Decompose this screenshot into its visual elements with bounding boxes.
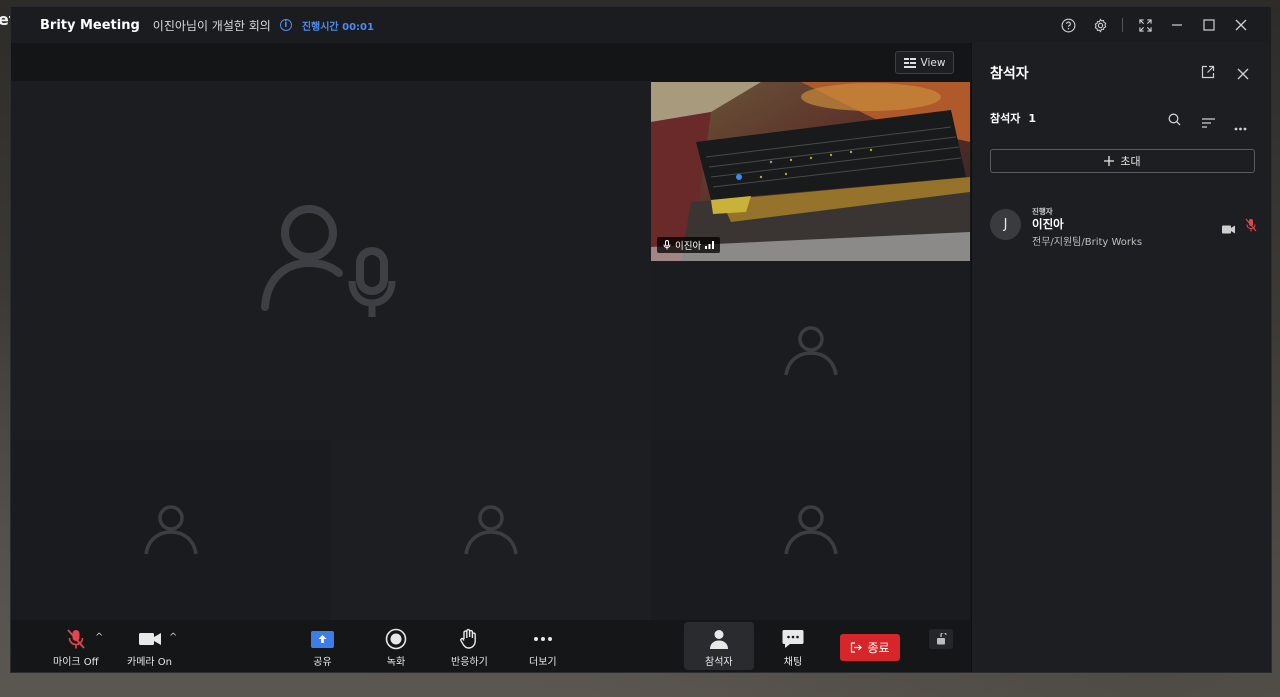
stage-header — [11, 43, 971, 81]
minimize-icon[interactable] — [1161, 7, 1193, 43]
controls-divider — [1122, 18, 1123, 32]
close-panel-icon[interactable] — [1237, 65, 1249, 84]
reaction-button[interactable]: 반응하기 — [451, 628, 488, 668]
info-icon[interactable]: i — [279, 19, 292, 31]
camera-button[interactable]: 카메라 On — [127, 628, 172, 668]
camera-button-label: 카메라 On — [127, 657, 172, 668]
participant-name-tag-label: 이진아 — [675, 241, 702, 252]
participant-name-tag: 이진아 — [657, 237, 721, 253]
share-button[interactable]: 공유 — [311, 628, 334, 668]
share-button-label: 공유 — [313, 657, 332, 668]
more-horizontal-icon — [533, 637, 552, 641]
exit-icon — [851, 642, 863, 653]
popout-icon[interactable] — [1201, 64, 1215, 83]
participant-count-label: 참석자 — [990, 112, 1021, 125]
meeting-lock-button[interactable] — [929, 629, 953, 649]
video-tile-empty — [331, 440, 651, 620]
more-options-icon[interactable] — [1234, 116, 1247, 135]
sort-icon[interactable] — [1202, 113, 1215, 132]
video-tile-empty — [651, 440, 970, 620]
participants-button[interactable]: 참석자 — [705, 628, 733, 668]
invite-button-label: 초대 — [1120, 155, 1141, 168]
person-icon — [709, 630, 728, 649]
participant-count-row: 참석자 1 — [990, 110, 1036, 126]
share-screen-icon — [311, 630, 334, 648]
search-icon[interactable] — [1168, 111, 1181, 130]
video-tile-main[interactable] — [11, 81, 651, 440]
maximize-icon[interactable] — [1193, 7, 1225, 43]
help-icon[interactable] — [1052, 7, 1084, 43]
participants-panel: 참석자 참석자 1 초대 J 진행자 이진아 전무/지원팀/Brity Works — [971, 43, 1271, 672]
mic-button-label: 마이크 Off — [53, 657, 99, 668]
participant-department: 전무/지원팀/Brity Works — [1032, 237, 1143, 248]
grid-view-icon — [903, 57, 916, 68]
camera-options-caret[interactable]: ^ — [169, 632, 177, 643]
end-meeting-label: 종료 — [867, 641, 890, 655]
chat-bubble-icon — [782, 630, 804, 648]
meeting-toolbar: 마이크 Off ^ 카메라 On ^ 공유 녹화 반응하기 더보기 참석자 채팅… — [11, 620, 971, 672]
mic-options-caret[interactable]: ^ — [95, 632, 103, 643]
record-button[interactable]: 녹화 — [385, 628, 407, 668]
more-button-label: 더보기 — [529, 657, 557, 668]
video-camera-icon — [138, 633, 161, 645]
more-button[interactable]: 더보기 — [529, 628, 557, 668]
record-icon — [385, 628, 407, 650]
view-button-label: View — [920, 56, 946, 69]
record-button-label: 녹화 — [386, 657, 406, 668]
end-meeting-button[interactable]: 종료 — [840, 634, 900, 661]
user-mic-placeholder-icon — [261, 204, 396, 317]
gear-icon[interactable] — [1084, 7, 1116, 43]
chat-button-label: 채팅 — [783, 657, 803, 668]
user-placeholder-icon — [464, 505, 518, 555]
view-button[interactable]: View — [895, 51, 954, 74]
raise-hand-icon — [460, 628, 477, 649]
participant-count: 1 — [1028, 112, 1037, 125]
meeting-title: 이진아님이 개설한 회의 — [152, 18, 271, 33]
chat-button[interactable]: 채팅 — [782, 628, 804, 668]
mic-button[interactable]: 마이크 Off — [53, 628, 99, 668]
app-title: Brity Meeting — [40, 17, 140, 33]
avatar: J — [990, 209, 1021, 240]
user-placeholder-icon — [783, 505, 838, 555]
reaction-button-label: 반응하기 — [451, 657, 488, 668]
close-icon[interactable] — [1225, 7, 1257, 43]
participants-button-label: 참석자 — [705, 657, 733, 668]
video-tile-empty — [11, 440, 331, 620]
camera-feed-image — [651, 82, 970, 261]
participant-mic-off-icon[interactable] — [1245, 217, 1257, 236]
window-controls — [1052, 7, 1257, 43]
elapsed-time: 진행시간 00:01 — [301, 21, 374, 33]
plus-icon — [1104, 156, 1115, 166]
user-placeholder-icon — [783, 325, 838, 375]
unlock-icon — [936, 633, 947, 645]
video-tile-empty — [651, 261, 970, 440]
fullscreen-icon[interactable] — [1129, 7, 1161, 43]
mic-icon — [663, 240, 671, 250]
participant-name: 이진아 — [1032, 217, 1064, 231]
panel-title: 참석자 — [990, 66, 1029, 82]
participant-camera-icon[interactable] — [1222, 219, 1235, 238]
signal-strength-icon — [705, 241, 715, 249]
video-tile-camera[interactable]: 이진아 — [651, 82, 970, 261]
participant-list-item[interactable]: J 진행자 이진아 전무/지원팀/Brity Works — [990, 203, 1260, 251]
user-placeholder-icon — [144, 505, 198, 555]
invite-button[interactable]: 초대 — [990, 149, 1255, 173]
title-bar: Brity Meeting 이진아님이 개설한 회의 i 진행시간 00:01 — [11, 7, 1271, 43]
meeting-window: Brity Meeting 이진아님이 개설한 회의 i 진행시간 00:01 — [10, 6, 1272, 673]
video-stage: View 이진아 마이크 Off ^ 카메라 On ^ 공유 녹화 반응하기 더… — [11, 43, 971, 672]
mic-off-icon — [67, 629, 85, 649]
